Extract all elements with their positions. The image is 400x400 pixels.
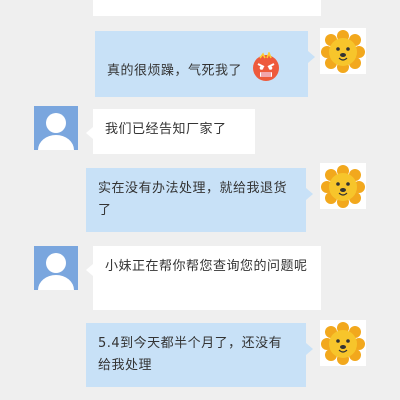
lion-mascot-icon (321, 30, 365, 73)
agent-avatar[interactable] (34, 106, 78, 150)
lion-mascot-icon (321, 165, 365, 208)
message-bubble-agent[interactable]: 我们已经告知厂家了 (86, 109, 255, 154)
message-text: 5.4到今天都半个月了，还没有给我处理 (98, 336, 283, 373)
message-text: 实在没有办法处理，就给我退货了 (98, 181, 288, 218)
lion-mascot-icon (321, 322, 365, 365)
default-person-icon (34, 246, 78, 290)
user-avatar[interactable] (320, 163, 366, 209)
message-text: 我们已经告知厂家了 (105, 122, 227, 137)
angry-face-icon (251, 50, 281, 90)
message-bubble-user[interactable]: 真的很烦躁，气死我了 (95, 31, 315, 97)
user-avatar[interactable] (320, 320, 366, 366)
chat-view: 真的很烦躁，气死我了 我们已经告知厂家了 实在没有办法处理，就给我退货了 小妹正… (0, 0, 400, 400)
message-bubble-agent-partial[interactable] (93, 0, 321, 16)
user-avatar[interactable] (320, 28, 366, 74)
message-bubble-user[interactable]: 实在没有办法处理，就给我退货了 (86, 168, 313, 232)
message-bubble-user[interactable]: 5.4到今天都半个月了，还没有给我处理 (86, 323, 313, 387)
message-text: 真的很烦躁，气死我了 (107, 63, 243, 79)
message-bubble-agent[interactable]: 小妹正在帮你帮您查询您的问题呢 (86, 246, 321, 310)
default-person-icon (34, 106, 78, 150)
message-text: 小妹正在帮你帮您查询您的问题呢 (105, 259, 308, 274)
agent-avatar[interactable] (34, 246, 78, 290)
